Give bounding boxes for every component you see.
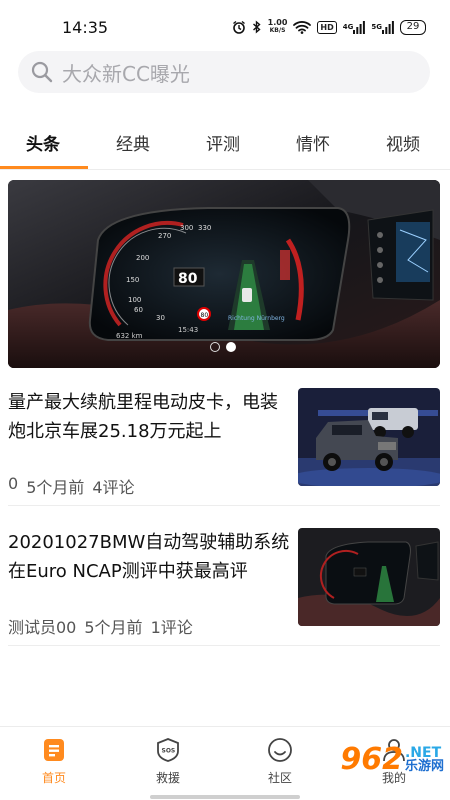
watermark-cn: 乐游网 xyxy=(404,758,444,774)
bluetooth-icon xyxy=(252,20,262,34)
search-bar[interactable]: 大众新CC曝光 xyxy=(18,51,430,93)
watermark-main: 962 xyxy=(340,742,403,777)
status-icons: 1.00 KB/S HD 4G 5G 29 xyxy=(232,17,426,37)
network-speed: 1.00 KB/S xyxy=(268,19,288,35)
carousel-dots xyxy=(210,342,236,352)
article-item-1[interactable]: 量产最大续航里程电动皮卡，电装炮北京车展25.18万元起上 0 5个月前 4评论 xyxy=(8,388,440,506)
article-author: 测试员00 xyxy=(8,618,77,637)
active-tab-indicator xyxy=(0,166,88,169)
banner-carousel[interactable]: 270 300 330 200 150 100 60 30 80 632 km … xyxy=(8,180,440,368)
article-author: 0 xyxy=(8,474,19,493)
wifi-icon xyxy=(293,20,312,34)
battery-indicator: 29 xyxy=(400,19,426,35)
article-meta: 0 5个月前 4评论 xyxy=(8,474,135,498)
article-comments: 1评论 xyxy=(150,618,193,637)
article-title[interactable]: 20201027BMW自动驾驶辅助系统在Euro NCAP测评中获最高评 xyxy=(8,528,293,586)
article-meta: 测试员00 5个月前 1评论 xyxy=(8,614,193,638)
banner-image: 270 300 330 200 150 100 60 30 80 632 km … xyxy=(8,180,440,368)
network-4g: 4G xyxy=(342,23,354,31)
home-doc-icon xyxy=(44,739,64,761)
speed-value: 1.00 xyxy=(267,18,288,27)
article-comments: 4评论 xyxy=(92,478,135,497)
svg-text:330: 330 xyxy=(198,224,211,232)
tab-classic[interactable]: 经典 xyxy=(98,130,168,155)
article-time: 5个月前 xyxy=(26,478,85,497)
search-icon xyxy=(31,61,53,83)
article-thumbnail[interactable] xyxy=(298,388,440,486)
pickup-trucks-photo xyxy=(298,388,440,486)
signal-icon: 4G xyxy=(342,20,366,34)
svg-text:15:43: 15:43 xyxy=(178,326,198,334)
alarm-icon xyxy=(232,20,246,34)
hd-badge: HD xyxy=(317,20,337,34)
watermark-net: .NET xyxy=(404,744,442,761)
nav-community-label: 社区 xyxy=(267,771,292,785)
speed-unit: KB/S xyxy=(269,27,286,34)
article-title[interactable]: 量产最大续航里程电动皮卡，电装炮北京车展25.18万元起上 xyxy=(8,388,293,446)
nav-rescue-label: 救援 xyxy=(155,771,180,785)
svg-text:200: 200 xyxy=(136,254,149,262)
status-bar: 14:35 1.00 KB/S HD 4G 5G 29 xyxy=(0,0,450,50)
carousel-dot-1[interactable] xyxy=(210,342,220,352)
site-watermark: 962 .NET 乐游网 xyxy=(340,742,444,777)
svg-text:100: 100 xyxy=(128,296,141,304)
nav-home[interactable]: 首页 xyxy=(24,737,84,786)
home-indicator[interactable] xyxy=(150,795,300,799)
svg-text:30: 30 xyxy=(156,314,165,322)
search-placeholder: 大众新CC曝光 xyxy=(62,61,190,86)
svg-text:60: 60 xyxy=(134,306,143,314)
category-tabs: 头条 经典 评测 情怀 视频 xyxy=(0,118,450,170)
nav-community[interactable]: 社区 xyxy=(250,737,310,786)
svg-text:SOS: SOS xyxy=(162,748,176,755)
nav-rescue[interactable]: SOS 救援 xyxy=(138,737,198,786)
tab-video[interactable]: 视频 xyxy=(368,130,438,155)
community-icon xyxy=(268,738,292,762)
svg-text:300: 300 xyxy=(180,224,193,232)
tab-nostalgia[interactable]: 情怀 xyxy=(278,130,348,155)
nav-home-label: 首页 xyxy=(41,771,66,785)
network-5g: 5G xyxy=(371,23,382,31)
article-time: 5个月前 xyxy=(84,618,143,637)
tab-review[interactable]: 评测 xyxy=(188,130,258,155)
tab-headlines[interactable]: 头条 xyxy=(8,130,78,155)
svg-text:632 km: 632 km xyxy=(116,332,143,340)
svg-text:80: 80 xyxy=(178,271,198,287)
status-time: 14:35 xyxy=(62,18,109,37)
svg-text:270: 270 xyxy=(158,232,171,240)
article-thumbnail[interactable] xyxy=(298,528,440,626)
svg-text:150: 150 xyxy=(126,276,139,284)
carousel-dot-2[interactable] xyxy=(226,342,236,352)
dashboard-photo xyxy=(298,528,440,626)
article-item-2[interactable]: 20201027BMW自动驾驶辅助系统在Euro NCAP测评中获最高评 测试员… xyxy=(8,528,440,646)
signal-icon-2: 5G xyxy=(371,20,394,34)
sos-icon: SOS xyxy=(157,738,179,762)
svg-text:Richtung Nürnberg: Richtung Nürnberg xyxy=(228,315,285,322)
watermark-sub: .NET 乐游网 xyxy=(405,746,444,774)
svg-text:80: 80 xyxy=(201,312,209,319)
